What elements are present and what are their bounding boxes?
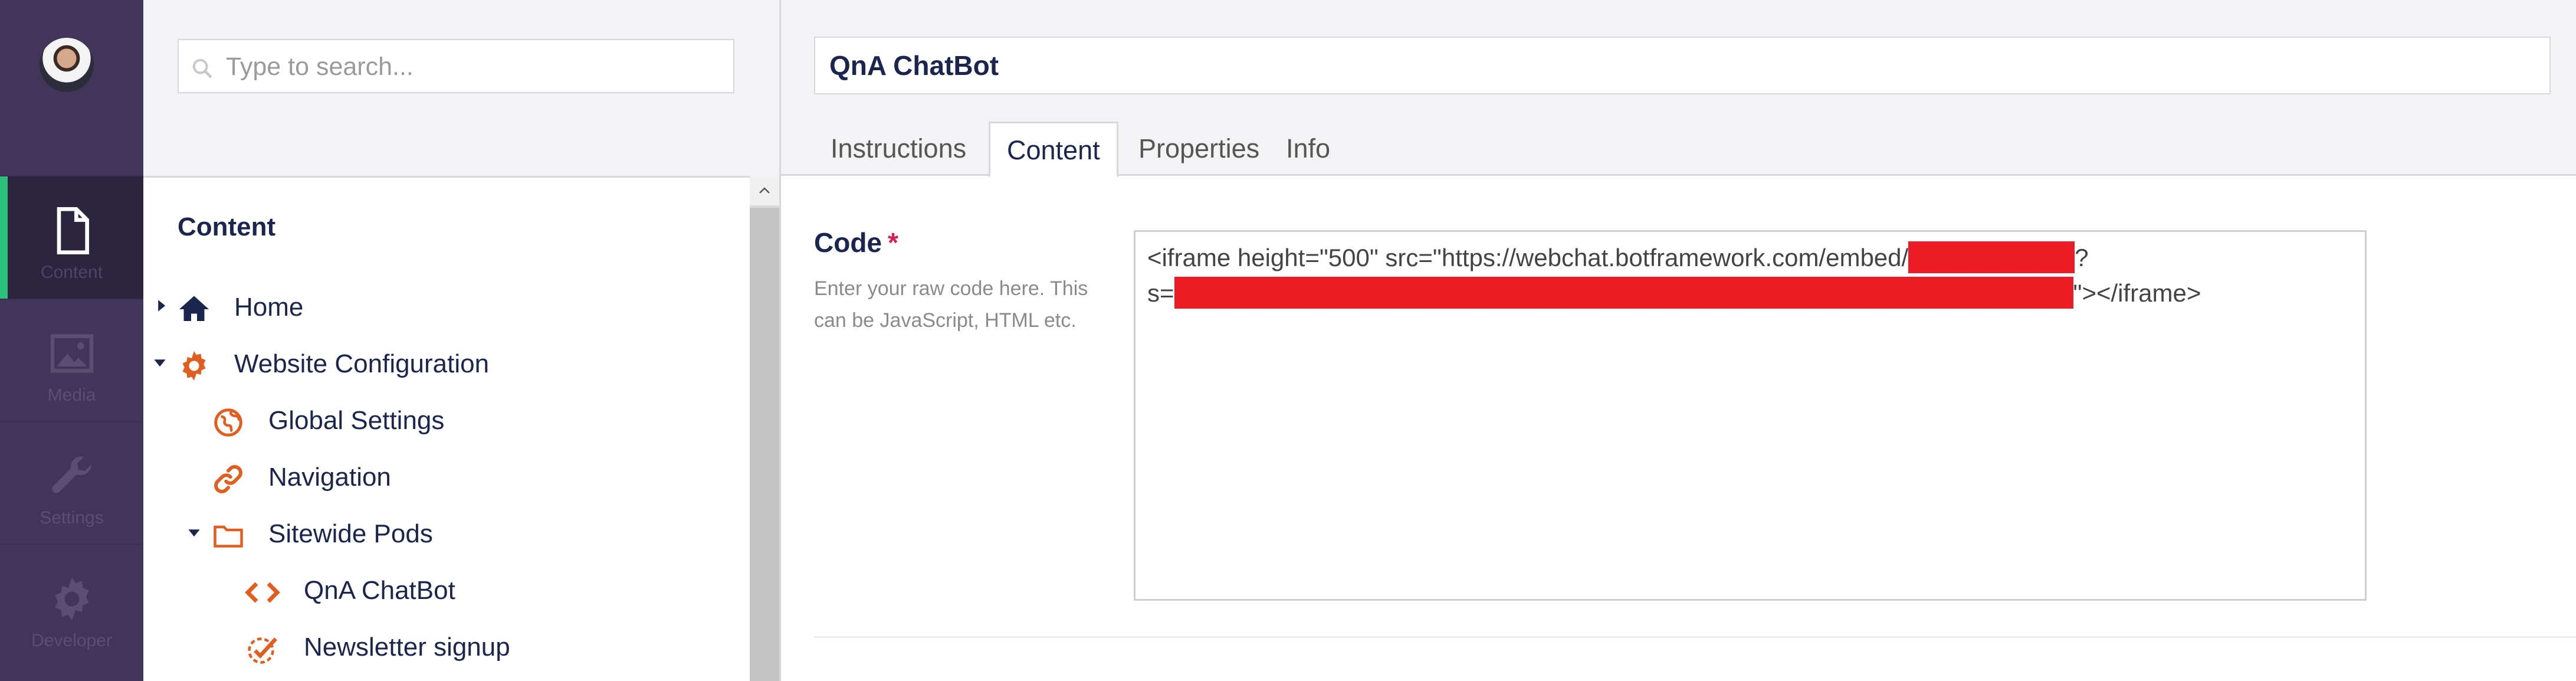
app-rail: Content Media Settings Developer <box>0 0 143 681</box>
tree-node-website-configuration[interactable]: Website Configuration <box>143 342 745 389</box>
caret-down-icon[interactable] <box>153 355 167 369</box>
tree-node-home[interactable]: Home <box>143 286 745 333</box>
tab-properties[interactable]: Properties <box>1122 122 1276 176</box>
tree-node-label: QnA ChatBot <box>304 576 455 605</box>
image-icon <box>50 334 94 373</box>
tree-node-qna-chatbot[interactable]: QnA ChatBot <box>143 569 745 616</box>
caret-down-icon[interactable] <box>187 525 201 539</box>
chevron-up-icon <box>759 187 770 194</box>
code-line-2: s= "></iframe> <box>1147 277 2201 309</box>
tree-node-label: Newsletter signup <box>304 633 510 662</box>
link-icon <box>214 465 242 493</box>
rail-item-settings[interactable]: Settings <box>0 421 143 544</box>
avatar[interactable] <box>40 38 94 92</box>
rail-item-label: Developer <box>31 631 112 650</box>
redaction-block <box>1908 241 2075 273</box>
content-tree-panel: Content Home Website Configuration Globa… <box>143 0 779 681</box>
tree-header <box>143 0 779 178</box>
property-label: Code * <box>814 227 898 258</box>
caret-right-icon[interactable] <box>154 299 168 313</box>
tree-node-label: Home <box>234 293 304 322</box>
tree-node-sitewide-pods[interactable]: Sitewide Pods <box>143 512 745 559</box>
code-text: s= <box>1147 279 1174 307</box>
scrollbar-thumb[interactable] <box>750 208 779 681</box>
code-textarea[interactable]: <iframe height="500" src="https://webcha… <box>1134 230 2367 601</box>
tree-node-label: Navigation <box>268 463 391 492</box>
redaction-block <box>1174 277 2073 309</box>
code-line-1: <iframe height="500" src="https://webcha… <box>1147 241 2089 273</box>
tree-title: Content <box>178 212 276 241</box>
wrench-icon <box>52 456 92 493</box>
property-description: Enter your raw code here. This can be Ja… <box>814 277 1088 332</box>
rail-item-label: Settings <box>40 508 104 528</box>
code-text: <iframe height="500" src="https://webcha… <box>1147 244 1909 271</box>
rail-item-content[interactable]: Content <box>0 176 143 299</box>
property-divider <box>814 636 2576 638</box>
property-label-text: Code <box>814 227 882 258</box>
search-icon <box>192 58 212 78</box>
home-icon <box>179 296 209 321</box>
search-input[interactable] <box>225 40 729 93</box>
tree-node-label: Sitewide Pods <box>268 519 433 548</box>
tree-node-navigation[interactable]: Navigation <box>143 456 745 503</box>
tree-node-label: Global Settings <box>268 406 445 435</box>
scroll-up-button[interactable] <box>750 176 779 205</box>
gear-icon <box>55 577 89 621</box>
rail-item-label: Media <box>47 385 96 405</box>
rail-item-developer[interactable]: Developer <box>0 544 143 667</box>
code-icon <box>245 582 280 603</box>
rail-item-label: Content <box>40 263 103 282</box>
tree-node-label: Website Configuration <box>234 349 490 378</box>
tree-node-newsletter-signup[interactable]: Newsletter signup <box>143 626 745 673</box>
globe-icon <box>214 408 242 437</box>
gear-icon <box>182 351 206 381</box>
node-name-input[interactable] <box>814 37 2551 94</box>
search-box[interactable] <box>178 39 734 93</box>
editor-header: Instructions Content Properties Info <box>781 0 2576 178</box>
code-text: "></iframe> <box>2073 279 2201 307</box>
tree-node-global-settings[interactable]: Global Settings <box>143 399 745 446</box>
required-marker: * <box>888 227 898 258</box>
tab-content[interactable]: Content <box>989 122 1118 178</box>
rail-item-media[interactable]: Media <box>0 299 143 421</box>
editor-panel: Instructions Content Properties Info Cod… <box>779 0 2576 681</box>
code-text: ? <box>2075 244 2089 271</box>
tab-instructions[interactable]: Instructions <box>814 122 983 176</box>
document-icon <box>57 207 89 254</box>
check-circle-icon <box>248 637 277 664</box>
tab-info[interactable]: Info <box>1269 122 1347 176</box>
folder-icon <box>214 525 243 548</box>
tree-scrollbar[interactable] <box>750 176 779 681</box>
